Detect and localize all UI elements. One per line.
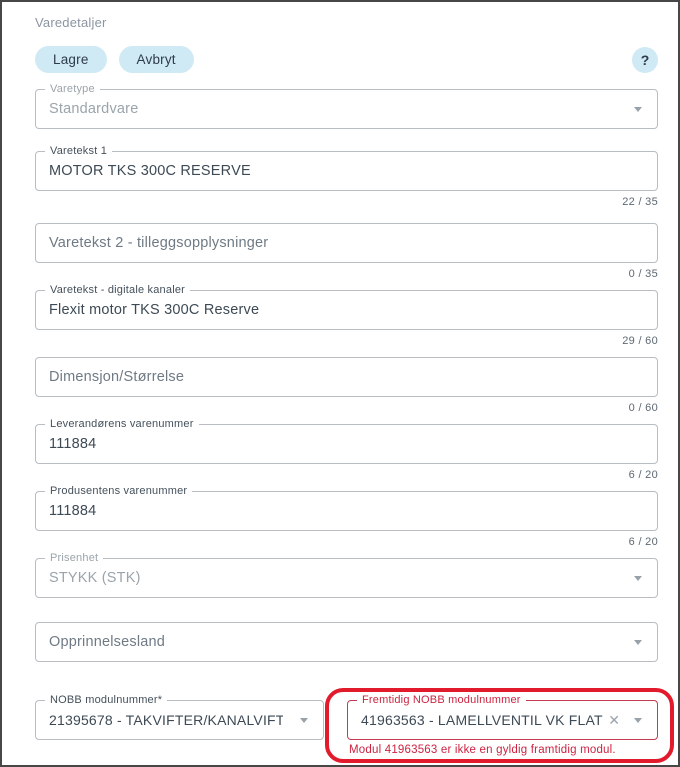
varetype-select: Varetype Standardvare bbox=[35, 89, 658, 129]
clear-icon[interactable]: ✕ bbox=[608, 713, 620, 727]
dimensjon-field bbox=[35, 357, 658, 397]
varetekst1-field: Varetekst 1 bbox=[35, 151, 658, 191]
module-number-row: NOBB modulnummer* 21395678 - TAKVIFTER/K… bbox=[35, 700, 658, 758]
char-counter: 0 / 60 bbox=[35, 402, 658, 416]
opprinnelsesland-select[interactable]: Opprinnelsesland bbox=[35, 622, 658, 662]
produsentens-varenummer-input[interactable] bbox=[49, 503, 617, 519]
varetekst2-field bbox=[35, 223, 658, 263]
leverandorens-varenummer-field: Leverandørens varenummer bbox=[35, 424, 658, 464]
opprinnelsesland-placeholder: Opprinnelsesland bbox=[49, 634, 165, 650]
leverandorens-varenummer-input[interactable] bbox=[49, 436, 617, 452]
page-title: Varedetaljer bbox=[35, 15, 658, 30]
toolbar: Lagre Avbryt ? bbox=[35, 46, 658, 73]
fremtidig-nobb-modulnummer-label: Fremtidig NOBB modulnummer bbox=[357, 694, 526, 707]
varetekst-digitale-field: Varetekst - digitale kanaler bbox=[35, 290, 658, 330]
chevron-down-icon bbox=[634, 640, 642, 645]
fremtidig-nobb-modulnummer-select[interactable]: Fremtidig NOBB modulnummer 41963563 - LA… bbox=[347, 700, 658, 740]
leverandorens-varenummer-label: Leverandørens varenummer bbox=[45, 418, 199, 431]
prisenhet-value: STYKK (STK) bbox=[49, 570, 141, 586]
save-button[interactable]: Lagre bbox=[35, 46, 107, 73]
prisenhet-select: Prisenhet STYKK (STK) bbox=[35, 558, 658, 598]
prisenhet-label: Prisenhet bbox=[45, 552, 103, 565]
varetekst-digitale-input[interactable] bbox=[49, 302, 617, 318]
char-counter: 22 / 35 bbox=[35, 196, 658, 210]
produsentens-varenummer-label: Produsentens varenummer bbox=[45, 485, 192, 498]
fremtidig-nobb-modulnummer-value: 41963563 - LAMELLVENTIL VK FLAT bbox=[361, 712, 603, 728]
varetype-value: Standardvare bbox=[49, 101, 138, 117]
nobb-modulnummer-label: NOBB modulnummer* bbox=[45, 694, 167, 707]
varetekst-digitale-label: Varetekst - digitale kanaler bbox=[45, 284, 190, 297]
chevron-down-icon bbox=[634, 718, 642, 723]
chevron-down-icon bbox=[300, 718, 308, 723]
chevron-down-icon bbox=[634, 576, 642, 581]
char-counter: 0 / 35 bbox=[35, 268, 658, 282]
varetekst1-label: Varetekst 1 bbox=[45, 145, 112, 158]
varetype-label: Varetype bbox=[45, 83, 100, 96]
produsentens-varenummer-field: Produsentens varenummer bbox=[35, 491, 658, 531]
chevron-down-icon bbox=[634, 107, 642, 112]
help-button[interactable]: ? bbox=[632, 47, 658, 73]
varetekst2-input[interactable] bbox=[49, 235, 617, 251]
nobb-modulnummer-select[interactable]: NOBB modulnummer* 21395678 - TAKVIFTER/K… bbox=[35, 700, 324, 740]
char-counter: 6 / 20 bbox=[35, 469, 658, 483]
nobb-modulnummer-value: 21395678 - TAKVIFTER/KANALVIFTER bbox=[49, 712, 283, 728]
varedetaljer-panel: Varedetaljer Lagre Avbryt ? Varetype Sta… bbox=[2, 2, 678, 758]
error-message: Modul 41963563 er ikke en gyldig framtid… bbox=[349, 744, 658, 758]
cancel-button[interactable]: Avbryt bbox=[119, 46, 194, 73]
char-counter: 6 / 20 bbox=[35, 536, 658, 550]
varetekst1-input[interactable] bbox=[49, 163, 617, 179]
dimensjon-input[interactable] bbox=[49, 369, 617, 385]
char-counter: 29 / 60 bbox=[35, 335, 658, 349]
